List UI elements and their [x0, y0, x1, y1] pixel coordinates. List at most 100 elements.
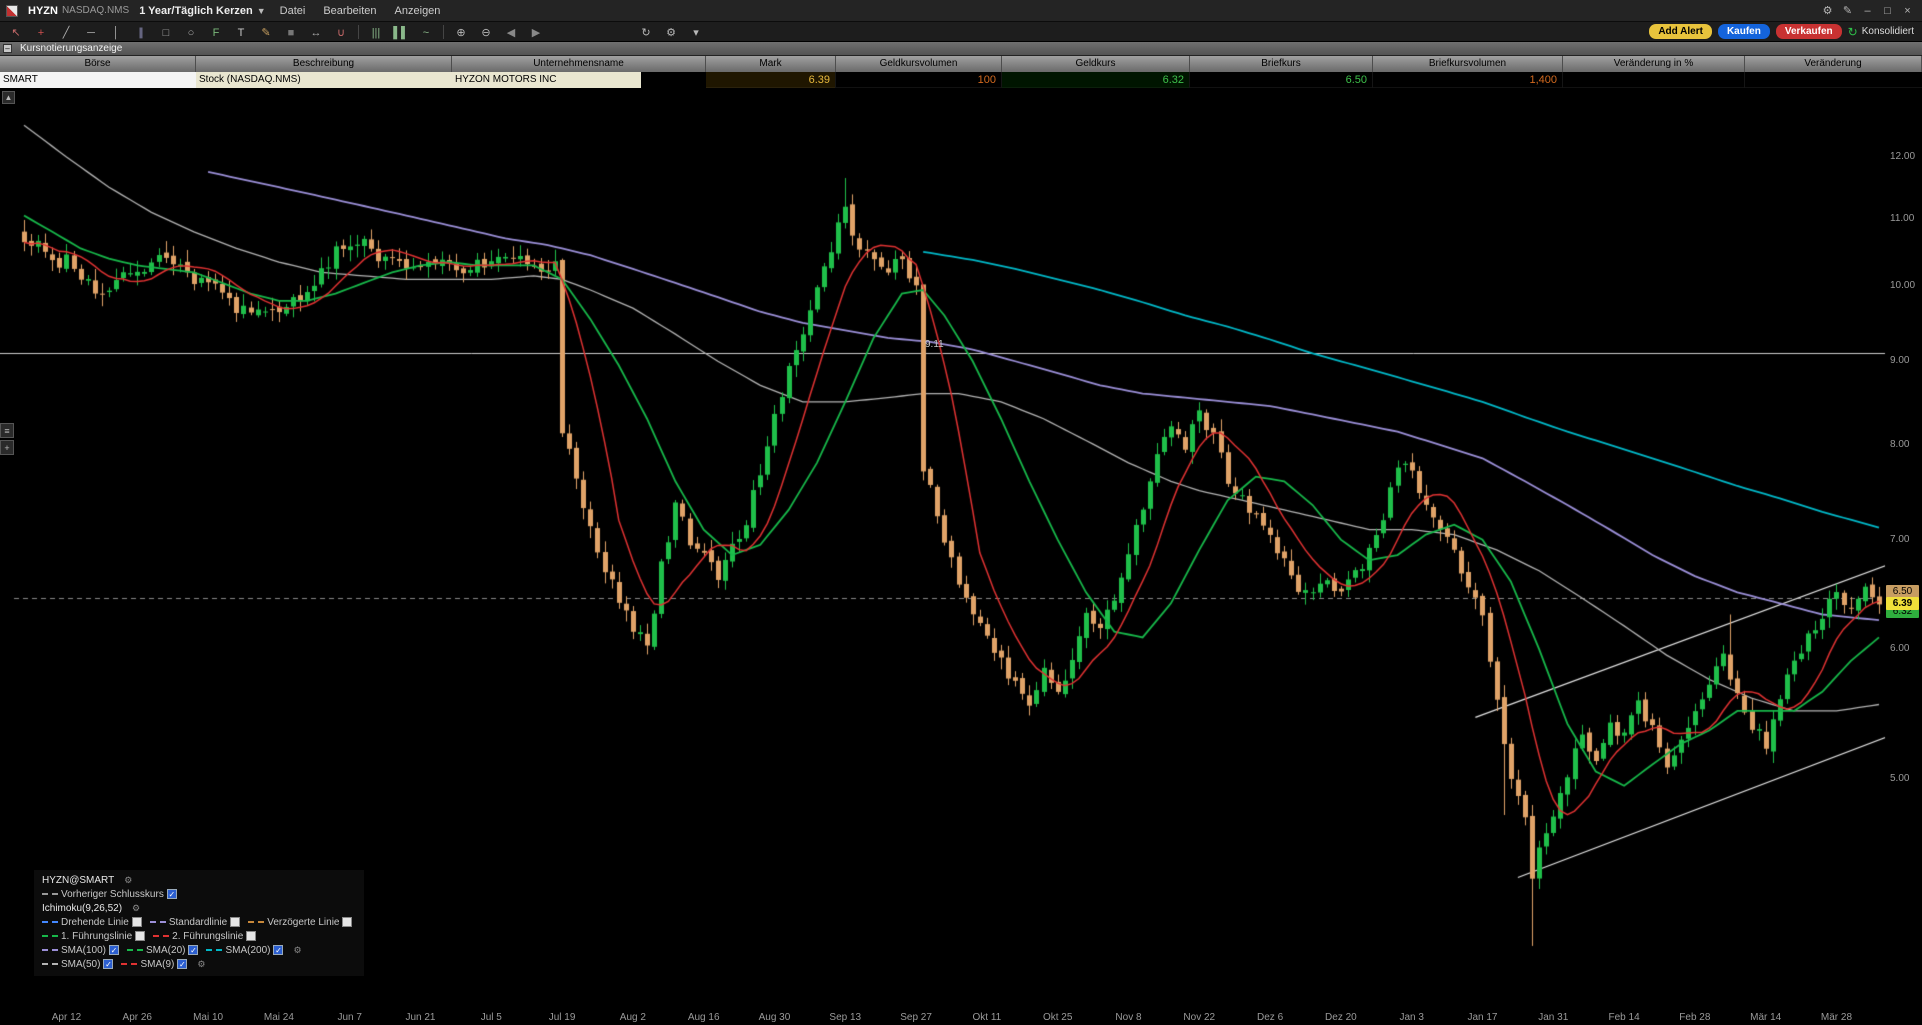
series-settings-icon[interactable]: ⚙	[124, 875, 132, 886]
column-header-briefkursvolumen[interactable]: Briefkursvolumen	[1373, 56, 1563, 72]
column-header-beschreibung[interactable]: Beschreibung	[196, 56, 452, 72]
close-icon[interactable]: ×	[1899, 3, 1916, 19]
series-visibility-checkbox[interactable]	[246, 931, 256, 941]
legend-ichimoku-title: Ichimoku(9,26,52)	[42, 903, 122, 914]
vertical-line-tool-icon[interactable]: │	[104, 23, 128, 41]
bar-style-icon[interactable]: |||	[364, 23, 388, 41]
chart-settings-icon[interactable]: ⚙	[659, 23, 683, 41]
legend-row: Vorheriger Schlusskurs✓	[42, 887, 356, 901]
change-pct-cell[interactable]	[1563, 72, 1745, 88]
pencil-tool-icon[interactable]: ✎	[254, 23, 278, 41]
legend-row: HYZN@SMART⚙	[42, 873, 356, 887]
series-visibility-checkbox[interactable]	[342, 917, 352, 927]
scroll-left-icon[interactable]: ◀	[499, 23, 523, 41]
menu-bearbeiten[interactable]: Bearbeiten	[319, 5, 380, 17]
rectangle-tool-icon[interactable]: □	[154, 23, 178, 41]
mark-price-cell[interactable]: 6.39	[706, 72, 836, 88]
series-visibility-checkbox[interactable]: ✓	[167, 889, 177, 899]
channel-tool-icon[interactable]: ∥	[129, 23, 153, 41]
series-visibility-checkbox[interactable]: ✓	[109, 945, 119, 955]
add-alert-button[interactable]: Add Alert	[1649, 24, 1712, 39]
zoom-out-icon[interactable]: ⊖	[474, 23, 498, 41]
exchange-cell[interactable]: SMART	[0, 72, 196, 88]
pin-icon[interactable]: ✎	[1839, 3, 1856, 19]
series-color-swatch	[248, 921, 264, 923]
menu-anzeigen[interactable]: Anzeigen	[391, 5, 445, 17]
date-axis-label: Mai 10	[180, 1012, 236, 1023]
company-name-cell[interactable]: HYZON MOTORS INC	[452, 72, 706, 88]
eraser-tool-icon[interactable]: ■	[279, 23, 303, 41]
bid-price-cell[interactable]: 6.32	[1002, 72, 1190, 88]
column-header-veraenderung-pct[interactable]: Veränderung in %	[1563, 56, 1745, 72]
minimize-icon[interactable]: –	[1859, 3, 1876, 19]
series-visibility-checkbox[interactable]: ✓	[103, 959, 113, 969]
series-visibility-checkbox[interactable]: ✓	[177, 959, 187, 969]
series-color-swatch	[42, 893, 58, 895]
menu-datei[interactable]: Datei	[276, 5, 310, 17]
crosshair-tool-icon[interactable]: +	[29, 23, 53, 41]
indicators-dropdown-icon[interactable]: ▾	[684, 23, 708, 41]
date-axis-label: Jul 5	[463, 1012, 519, 1023]
sell-button[interactable]: Verkaufen	[1776, 24, 1842, 39]
trendline-tool-icon[interactable]: ╱	[54, 23, 78, 41]
scroll-up-button[interactable]: ▲	[2, 91, 15, 104]
collapse-quote-panel-button[interactable]: –	[3, 44, 12, 53]
date-axis-label: Apr 26	[109, 1012, 165, 1023]
zoom-in-icon[interactable]: ⊕	[449, 23, 473, 41]
legend-row: Drehende LinieStandardlinieVerzögerte Li…	[42, 915, 356, 929]
toolbar-separator	[443, 25, 444, 39]
column-header-veraenderung[interactable]: Veränderung	[1745, 56, 1922, 72]
ellipse-tool-icon[interactable]: ○	[179, 23, 203, 41]
series-visibility-checkbox[interactable]	[230, 917, 240, 927]
column-header-unternehmensname[interactable]: Unternehmensname	[452, 56, 706, 72]
timeframe-label: 1 Year/Täglich Kerzen	[139, 5, 253, 17]
column-header-geldkursvolumen[interactable]: Geldkursvolumen	[836, 56, 1002, 72]
candle-style-icon[interactable]: ▌▌	[389, 23, 413, 41]
scroll-right-icon[interactable]: ▶	[524, 23, 548, 41]
series-color-swatch	[206, 949, 222, 951]
series-visibility-checkbox[interactable]: ✓	[273, 945, 283, 955]
series-color-swatch	[42, 921, 58, 923]
fibonacci-tool-icon[interactable]: F	[204, 23, 228, 41]
date-axis-label: Mai 24	[251, 1012, 307, 1023]
column-header-briefkurs[interactable]: Briefkurs	[1190, 56, 1373, 72]
chart-drag-handle[interactable]: ≡	[0, 423, 14, 438]
column-header-geldkurs[interactable]: Geldkurs	[1002, 56, 1190, 72]
change-cell[interactable]	[1745, 72, 1922, 88]
horizontal-line-value-label: 9.11	[925, 339, 944, 350]
series-visibility-checkbox[interactable]	[132, 917, 142, 927]
symbol-label: HYZN	[28, 5, 58, 17]
pointer-tool-icon[interactable]: ↖	[4, 23, 28, 41]
consolidated-toggle[interactable]: ↻ Konsolidiert	[1848, 25, 1914, 39]
series-color-swatch	[42, 949, 58, 951]
series-color-swatch	[150, 921, 166, 923]
chart-add-panel-button[interactable]: +	[0, 440, 14, 455]
date-axis-label: Feb 14	[1596, 1012, 1652, 1023]
timeframe-selector[interactable]: 1 Year/Täglich Kerzen ▼	[139, 5, 265, 17]
refresh-icon[interactable]: ↻	[634, 23, 658, 41]
legend-item: Vorheriger Schlusskurs✓	[42, 889, 177, 900]
series-visibility-checkbox[interactable]	[135, 931, 145, 941]
chevron-down-icon: ▼	[257, 6, 266, 16]
magnet-tool-icon[interactable]: ∪	[329, 23, 353, 41]
line-style-icon[interactable]: ~	[414, 23, 438, 41]
horizontal-line-tool-icon[interactable]: ─	[79, 23, 103, 41]
maximize-icon[interactable]: □	[1879, 3, 1896, 19]
ask-price-cell[interactable]: 6.50	[1190, 72, 1373, 88]
column-header-boerse[interactable]: Börse	[0, 56, 196, 72]
column-header-mark[interactable]: Mark	[706, 56, 836, 72]
bid-size-cell[interactable]: 100	[836, 72, 1002, 88]
buy-button[interactable]: Kaufen	[1718, 24, 1770, 39]
text-annotation-tool-icon[interactable]: T	[229, 23, 253, 41]
window-titlebar: HYZN NASDAQ.NMS 1 Year/Täglich Kerzen ▼ …	[0, 0, 1922, 22]
date-axis-label: Aug 16	[676, 1012, 732, 1023]
description-cell[interactable]: Stock (NASDAQ.NMS)	[196, 72, 452, 88]
quote-table-row[interactable]: SMART Stock (NASDAQ.NMS) HYZON MOTORS IN…	[0, 72, 1922, 88]
series-settings-icon[interactable]: ⚙	[197, 959, 205, 970]
series-settings-icon[interactable]: ⚙	[132, 903, 140, 914]
ask-size-cell[interactable]: 1,400	[1373, 72, 1563, 88]
series-visibility-checkbox[interactable]: ✓	[188, 945, 198, 955]
settings-gear-icon[interactable]: ⚙	[1819, 3, 1836, 19]
measure-tool-icon[interactable]: ↔	[304, 23, 328, 41]
series-settings-icon[interactable]: ⚙	[293, 945, 301, 956]
